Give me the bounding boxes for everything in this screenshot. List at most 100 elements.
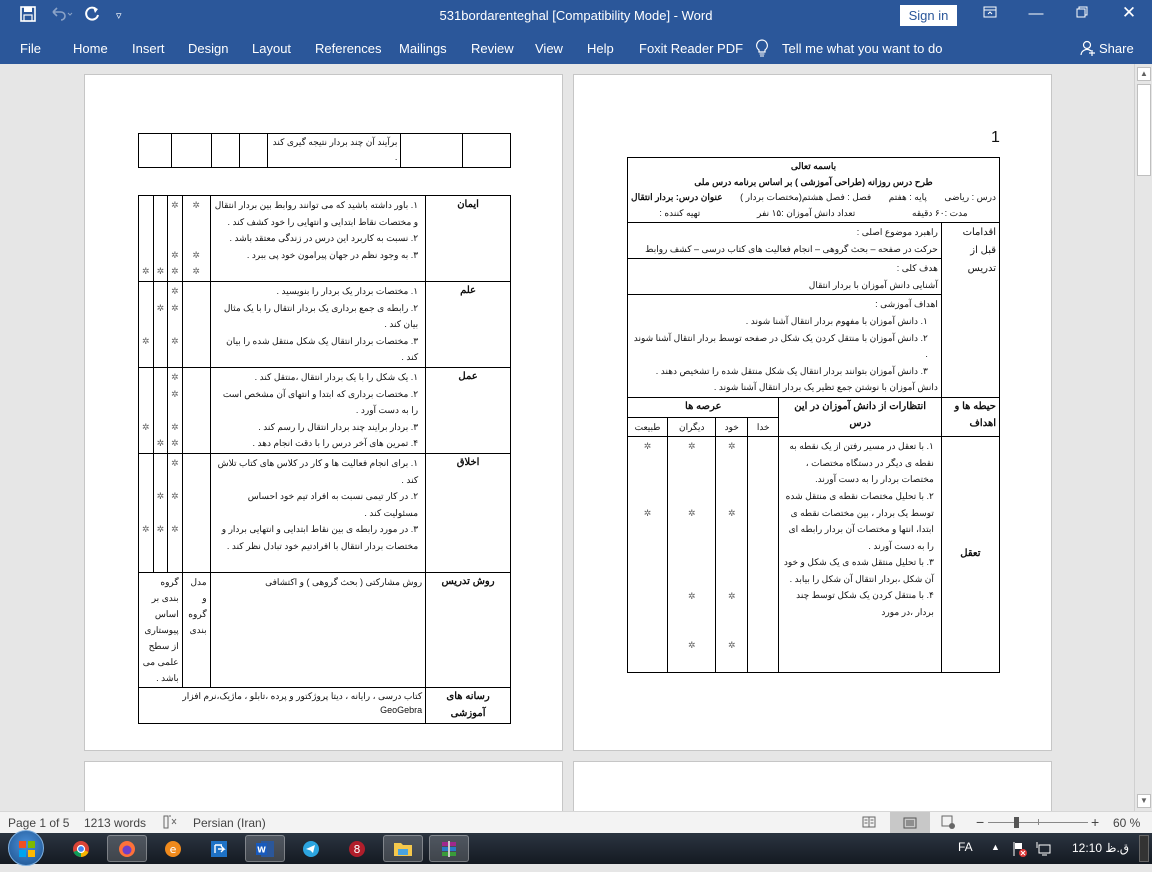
clock[interactable]: 12:10 ق.ظ [1072,841,1129,855]
expectation-item: ۳. به وجود نظم در جهان پیرامون خود پی بب… [246,249,419,260]
app-8-icon: 8 [349,840,365,857]
objective-extra: دانش آموزان با نوشتن جمع تظیر یک بردار ا… [713,382,938,393]
nature-header: طبیعت [626,416,669,438]
language-indicator[interactable]: Persian (Iran) [193,816,266,830]
anydesk-taskbar-button[interactable] [199,835,239,862]
mark-others [157,455,165,488]
show-desktop-button[interactable] [1139,835,1149,862]
pre-teaching-label: اقدامات قبل از تدریس [940,222,1001,398]
tab-insert[interactable]: Insert [132,41,165,56]
expectations-cell: ۱. یک شکل را با یک بردار انتقال ،منتقل ک… [209,366,427,454]
word-count[interactable]: 1213 words [84,816,146,830]
telegram-taskbar-button[interactable] [291,835,331,862]
action-center-flag-icon[interactable] [1012,841,1028,862]
show-hidden-icons-icon[interactable]: ▲ [991,842,1000,852]
tab-help[interactable]: Help [587,41,614,56]
mark-nature [142,300,150,333]
tell-me-search[interactable]: Tell me what you want to do [782,41,942,56]
start-button[interactable] [8,830,44,866]
app-e-taskbar-button[interactable]: e [153,835,193,862]
tab-layout[interactable]: Layout [252,41,291,56]
mark-god [186,455,207,488]
print-layout-icon[interactable] [890,812,930,833]
arena-others-cell: ✲ [152,280,169,368]
domain-row: ایمان ۱. باور داشته باشید که می توانند رو… [138,195,511,282]
firefox-taskbar-button[interactable] [107,835,147,862]
mark-god: ✲ [192,249,200,260]
web-layout-icon[interactable] [941,815,955,832]
mark-others [157,369,165,386]
read-mode-icon[interactable] [862,815,876,832]
media-row: رسانه های آموزشی کتاب درسی ، رایانه ، دی… [137,687,511,725]
mark-nature [142,488,150,521]
mark-nature: ✲ [643,441,652,452]
expectation-item: ۳. بردار برایند چند بردار انتقال را رسم … [258,421,419,432]
page-count[interactable]: Page 1 of 5 [8,816,69,830]
header-row: باسمه تعالی طرح درس روزانه (طراحی آموزشی… [627,157,1000,223]
mark-others [157,283,165,300]
scroll-thumb[interactable] [1137,84,1151,176]
sign-in-button[interactable]: Sign in [900,5,957,26]
mark-god [186,300,207,333]
firefox-icon [119,840,135,857]
domain-label: ایمان [425,195,511,282]
lightbulb-icon [755,39,769,60]
zoom-out-button[interactable]: − [976,814,984,830]
chrome-icon [73,840,89,857]
mark-others: ✲ [687,590,696,601]
remote-app-icon [211,840,227,857]
mark-god [186,369,207,386]
mark-nature [142,369,150,386]
scroll-down-icon[interactable]: ▼ [1137,794,1151,808]
share-button[interactable]: Share [1099,41,1134,56]
general-goal-text: آشنایی دانش آموزان با بردار انتقال [808,279,938,290]
mark-self: ✲ [727,640,736,651]
tab-foxit-reader-pdf[interactable]: Foxit Reader PDF [639,41,743,56]
lesson-plan-table: باسمه تعالی طرح درس روزانه (طراحی آموزشی… [626,157,1001,673]
vertical-scrollbar[interactable]: ▲ ▼ [1134,64,1152,811]
tab-references[interactable]: References [315,41,381,56]
tab-view[interactable]: View [535,41,563,56]
mark-nature [142,197,150,247]
tab-review[interactable]: Review [471,41,514,56]
cell [138,133,172,168]
document-canvas: برآیند آن چند بردار نتیجه گیری کند . ایم… [0,64,1134,811]
ribbon-display-options-icon[interactable] [975,5,1005,22]
domain-label: علم [425,280,511,368]
mark-nature: ✲ [142,266,150,277]
tab-mailings[interactable]: Mailings [399,41,447,56]
mark-nature: ✲ [142,421,150,432]
mark-others: ✲ [687,640,696,651]
media-text: کتاب درسی ، رایانه ، دیتا پروژکتور و پرد… [137,687,427,725]
close-icon[interactable]: ✕ [1114,3,1144,23]
minimize-icon[interactable]: — [1021,5,1051,22]
method-text: روش مشارکتی ( بحث گروهی ) و اکتشافی [209,572,427,689]
tab-design[interactable]: Design [188,41,228,56]
continuation-table: برآیند آن چند بردار نتیجه گیری کند . [138,133,511,168]
page-4 [84,761,563,811]
file-explorer-taskbar-button[interactable] [383,835,423,862]
winrar-taskbar-button[interactable] [429,835,469,862]
proofing-icon[interactable] [162,815,178,832]
strategy-text: حرکت در صفحه – بحث گروهی – انجام فعالیت … [645,243,938,254]
mark-god [186,283,207,300]
strategy-cell: راهبرد موضوع اصلی : حرکت در صفحه – بحث گ… [627,221,942,260]
network-icon[interactable] [1035,841,1051,862]
zoom-slider-thumb[interactable] [1014,817,1019,828]
mark-self: ✲ [727,507,736,518]
mark-self: ✲ [727,590,736,601]
zoom-in-button[interactable]: + [1091,814,1099,830]
restore-icon[interactable] [1067,5,1097,22]
share-person-icon[interactable] [1080,40,1096,59]
word-taskbar-button[interactable]: W [245,835,285,862]
input-language-indicator[interactable]: FA [958,840,973,854]
tab-file[interactable]: File [20,41,41,56]
windows-logo-icon [19,841,35,857]
scroll-up-icon[interactable]: ▲ [1137,67,1151,81]
zoom-level[interactable]: 60 % [1113,816,1140,830]
tab-home[interactable]: Home [73,41,108,56]
app-8-taskbar-button[interactable]: 8 [337,835,377,862]
expectation-item: ۲. رابطه ی جمع برداری یک بردار انتقال را… [223,302,419,330]
mark-self: ✲ [171,266,179,277]
chrome-taskbar-button[interactable] [61,835,101,862]
